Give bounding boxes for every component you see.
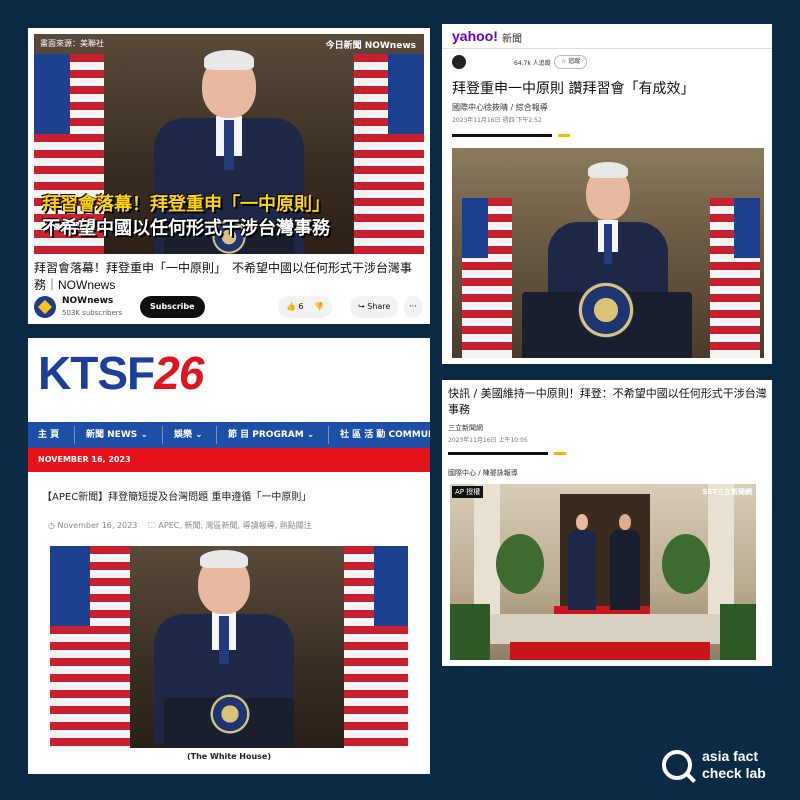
- us-flag-left: [50, 546, 130, 748]
- us-flag-right: [344, 546, 408, 748]
- article-photo: [452, 148, 764, 358]
- hedge-right: [720, 604, 756, 660]
- article-tags[interactable]: APEC, 新聞, 灣區新聞, 導讀報導, 熱點關注: [158, 521, 311, 530]
- divider: [448, 452, 548, 455]
- red-carpet: [510, 642, 710, 660]
- presidential-seal: [210, 694, 250, 734]
- presidential-seal: [578, 282, 634, 338]
- leader-figure-left: [568, 514, 596, 610]
- channel-avatar[interactable]: [34, 296, 56, 318]
- column-left: [474, 484, 500, 614]
- article-source[interactable]: 三立新聞網: [448, 423, 483, 433]
- video-player[interactable]: 畫面來源：美聯社 今日新聞 NOWnews 拜習會落幕！拜登重申「一中原則」 不…: [34, 34, 424, 254]
- folder-icon: 🗀: [139, 521, 159, 530]
- article-photo: AP 授權 SET三立新聞網: [450, 484, 756, 660]
- nav-item-news[interactable]: 新聞 NEWS ⌄: [86, 422, 148, 448]
- us-flag-right: [354, 54, 424, 254]
- article-headline: 拜登重申一中原則 讚拜習會「有成效」: [452, 81, 695, 97]
- article-headline: 快訊 / 美國維持一中原則！拜登：不希望中國以任何形式干涉台灣事務: [448, 387, 767, 416]
- divider: [452, 134, 552, 137]
- nav-divider: [328, 426, 329, 444]
- follow-button[interactable]: ☆ 追蹤: [554, 55, 588, 69]
- article-date: 2023年11月16日 上午10:05: [448, 437, 528, 444]
- column-right: [708, 484, 734, 614]
- channel-bar: NOWnews 503K subscribers Subscribe 👍 6 👎…: [34, 294, 426, 322]
- ktsf-logo-letters: KTSF: [38, 347, 155, 399]
- ktsf-logo-number: 26: [154, 347, 204, 399]
- share-button[interactable]: ↪ Share: [350, 296, 399, 318]
- video-title[interactable]: 拜習會落幕！拜登重申「一中原則」 不希望中國以任何形式干涉台灣事 務｜NOWne…: [34, 260, 426, 294]
- date-bar: NOVEMBER 16, 2023: [28, 448, 430, 472]
- leader-figure-right: [610, 514, 640, 610]
- caption-line-1: 拜習會落幕！拜登重申「一中原則」: [42, 194, 330, 215]
- article-photo: [50, 546, 408, 748]
- magnifier-icon: [662, 750, 692, 780]
- us-flag-left: [462, 198, 512, 358]
- thumbs-down-icon[interactable]: 👎: [306, 302, 324, 311]
- publisher-logo[interactable]: [452, 55, 466, 69]
- article-byline: 國際中心徐筱晴 / 綜合報導: [452, 103, 548, 112]
- follower-count: 64.7k 人追蹤: [514, 60, 551, 67]
- sanli-panel: 快訊 / 美國維持一中原則！拜登：不希望中國以任何形式干涉台灣事務 三立新聞網 …: [442, 380, 772, 666]
- nav-divider: [74, 426, 75, 444]
- logo-line-1: asia fact: [702, 748, 759, 764]
- yahoo-panel: yahoo! 新聞 64.7k 人追蹤 ☆ 追蹤 拜登重申一中原則 讚拜習會「有…: [442, 24, 772, 364]
- caption-line-2: 不希望中國以任何形式干涉台灣事務: [42, 218, 330, 239]
- article-reporter: 國際中心 / 陳晏詠報導: [448, 469, 518, 477]
- youtube-panel: 畫面來源：美聯社 今日新聞 NOWnews 拜習會落幕！拜登重申「一中原則」 不…: [28, 28, 430, 324]
- main-nav: 主 頁 新聞 NEWS ⌄ 娛樂 ⌄ 節 目 PROGRAM ⌄ 社 區 活 動…: [28, 422, 430, 448]
- channel-name[interactable]: NOWnews: [62, 296, 113, 306]
- photo-credit: (The White House): [186, 752, 272, 761]
- divider: [554, 452, 566, 455]
- video-title-line-2: 務｜NOWnews: [34, 278, 116, 292]
- article-meta: ◷ November 16, 2023 🗀 APEC, 新聞, 灣區新聞, 導讀…: [48, 520, 428, 534]
- thumbs-up-icon: 👍: [286, 302, 299, 311]
- nav-divider: [216, 426, 217, 444]
- ktsf-logo[interactable]: KTSF26: [38, 346, 204, 400]
- video-title-line-1: 拜習會落幕！拜登重申「一中原則」 不希望中國以任何形式干涉台灣事: [34, 261, 413, 275]
- ktsf-panel: KTSF26 主 頁 新聞 NEWS ⌄ 娛樂 ⌄ 節 目 PROGRAM ⌄ …: [28, 338, 430, 774]
- nav-item-program[interactable]: 節 目 PROGRAM ⌄: [228, 422, 314, 448]
- divider: [558, 134, 570, 137]
- publisher-bar: 64.7k 人追蹤 ☆ 追蹤: [452, 55, 772, 71]
- nav-divider: [162, 426, 163, 444]
- overlay-source: 畫面來源：美聯社: [40, 39, 104, 48]
- nav-item-entertainment[interactable]: 娛樂 ⌄: [174, 422, 203, 448]
- share-label: Share: [367, 302, 391, 311]
- more-button[interactable]: ···: [404, 296, 422, 318]
- article-headline: 【APEC新聞】拜登簡短提及台灣問題 重申遵循「一中原則」: [42, 492, 312, 503]
- yahoo-news-label: 新聞: [502, 34, 522, 45]
- share-icon: ↪: [358, 302, 368, 311]
- hedge-left: [450, 604, 490, 660]
- like-button[interactable]: 👍 6 👎: [278, 296, 333, 318]
- subscriber-count: 503K subscribers: [62, 309, 123, 317]
- ap-license-tag: AP 授權: [452, 486, 484, 498]
- steps: [490, 614, 720, 644]
- like-count: 6: [298, 302, 304, 311]
- clock-icon: ◷: [48, 521, 58, 530]
- plant-left: [496, 534, 544, 594]
- set-watermark: SET三立新聞網: [702, 488, 752, 496]
- nav-item-home[interactable]: 主 頁: [38, 422, 59, 448]
- subscribe-button[interactable]: Subscribe: [140, 296, 205, 318]
- divider: [442, 48, 772, 49]
- plant-right: [662, 534, 710, 594]
- article-date: 2023年11月16日 週四 下午2:52: [452, 117, 542, 124]
- overlay-logo: 今日新聞 NOWnews: [325, 41, 416, 51]
- us-flag-right: [710, 198, 760, 358]
- yahoo-logo[interactable]: yahoo!: [452, 28, 498, 44]
- logo-line-2: check lab: [702, 765, 766, 781]
- article-date: November 16, 2023: [57, 521, 138, 530]
- nav-item-community[interactable]: 社 區 活 動 COMMUN: [340, 422, 430, 448]
- asia-fact-check-lab-logo: asia fact check lab: [662, 748, 782, 788]
